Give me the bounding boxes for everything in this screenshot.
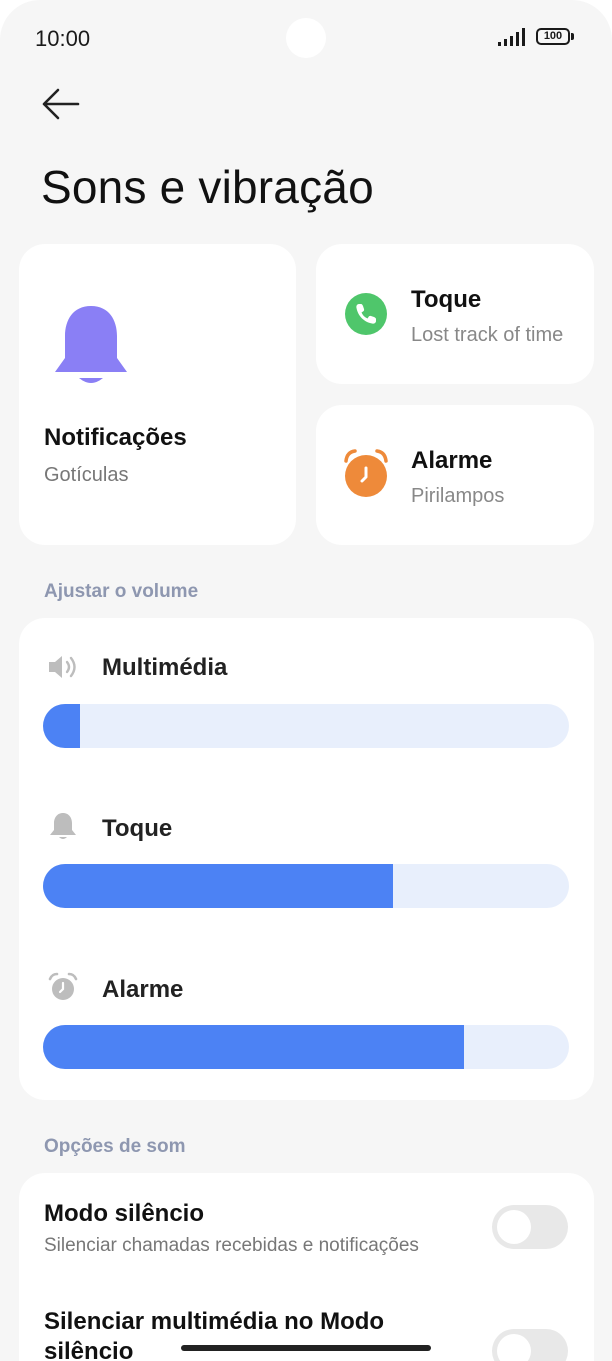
ringtone-title: Toque <box>411 286 482 313</box>
silent-mode-subtitle: Silenciar chamadas recebidas e notificaç… <box>44 1235 419 1256</box>
toggle-knob <box>497 1210 531 1244</box>
alarm-volume-slider[interactable] <box>43 1025 569 1069</box>
ringtone-subtitle: Lost track of time <box>411 324 564 346</box>
alarm-volume-fill <box>43 1025 464 1069</box>
camera-cutout <box>286 18 326 58</box>
ringtone-volume-fill <box>43 864 393 908</box>
page-title: Sons e vibração <box>41 161 374 213</box>
alarm-volume-label: Alarme <box>102 976 184 1003</box>
alarm-subtitle: Pirilampos <box>411 485 505 507</box>
battery-icon: 100 <box>536 28 574 46</box>
back-arrow-icon[interactable] <box>40 86 84 122</box>
multimedia-volume-label: Multimédia <box>102 654 228 681</box>
silent-mode-title: Modo silêncio <box>44 1200 205 1227</box>
bell-icon <box>50 813 76 839</box>
battery-level: 100 <box>536 28 570 45</box>
ringtone-tile[interactable]: Toque Lost track of time <box>316 244 594 384</box>
toggle-knob <box>497 1334 531 1361</box>
ringtone-volume-slider[interactable] <box>43 864 569 908</box>
phone-screen: 10:00 100 Sons e vibração Notificações G… <box>0 0 612 1361</box>
notifications-subtitle: Gotículas <box>44 464 129 486</box>
status-time: 10:00 <box>35 26 91 51</box>
volume-card: Multimédia Toque Alarme <box>19 618 594 1100</box>
home-indicator[interactable] <box>181 1345 431 1351</box>
speaker-icon <box>49 656 76 678</box>
alarm-tile[interactable]: Alarme Pirilampos <box>316 405 594 545</box>
phone-icon <box>345 293 387 335</box>
mute-media-silent-toggle[interactable] <box>492 1329 568 1361</box>
ringtone-volume-label: Toque <box>102 815 173 842</box>
volume-section-label: Ajustar o volume <box>44 581 199 602</box>
multimedia-volume-fill <box>43 704 80 748</box>
notifications-title: Notificações <box>44 424 187 451</box>
alarm-title: Alarme <box>411 447 493 474</box>
mute-media-silent-title: Silenciar multimédia no Modo silêncio <box>44 1308 385 1361</box>
alarm-bells-icon <box>344 449 388 463</box>
silent-mode-toggle[interactable] <box>492 1205 568 1249</box>
sound-options-section-label: Opções de som <box>44 1136 186 1157</box>
signal-icon <box>498 28 525 46</box>
multimedia-volume-slider[interactable] <box>43 704 569 748</box>
sound-options-card: Modo silêncio Silenciar chamadas recebid… <box>19 1173 594 1361</box>
bell-icon <box>55 306 127 383</box>
notifications-tile[interactable]: Notificações Gotículas <box>19 244 296 545</box>
status-bar: 10:00 100 <box>0 0 612 78</box>
alarm-clock-icon <box>48 972 78 1000</box>
